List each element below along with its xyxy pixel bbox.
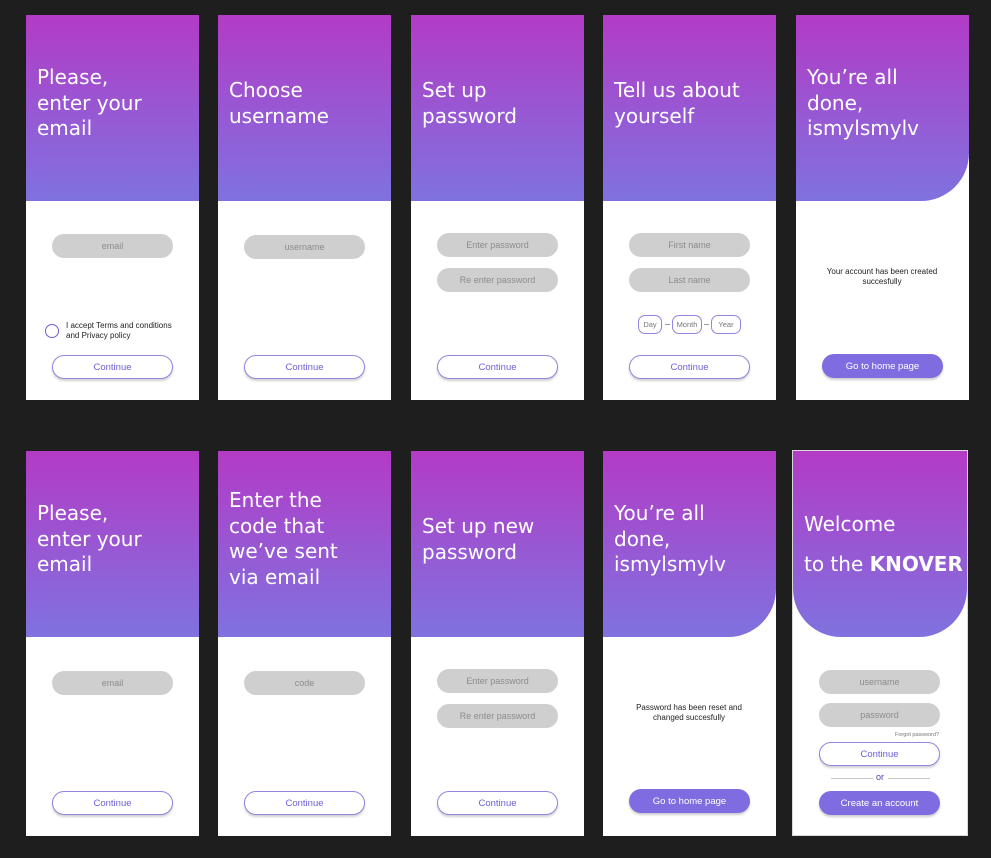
screen-signup-email: Please, enter your email email I accept … <box>26 15 199 400</box>
screen-enter-code: Enter the code that we’ve sent via email… <box>218 451 391 836</box>
page-title: Tell us about yourself <box>614 78 740 128</box>
continue-button[interactable]: Continue <box>819 742 940 766</box>
password-field[interactable]: Enter password <box>437 233 558 257</box>
to-the-text: to the <box>804 552 864 576</box>
screen-choose-username: Choose username username Continue <box>218 15 391 400</box>
success-message: Password has been reset and changed succ… <box>636 703 742 722</box>
continue-button[interactable]: Continue <box>437 355 558 379</box>
terms-label: I accept Terms and conditions and Privac… <box>66 321 172 340</box>
page-title: You’re all done, ismylsmylv <box>614 501 726 576</box>
screen-reset-done: You’re all done, ismylsmylv Password has… <box>603 451 776 836</box>
username-field[interactable]: username <box>244 235 365 259</box>
continue-button[interactable]: Continue <box>52 355 173 379</box>
continue-button[interactable]: Continue <box>244 791 365 815</box>
username-field[interactable]: username <box>819 670 940 694</box>
date-separator <box>704 324 709 325</box>
continue-button[interactable]: Continue <box>244 355 365 379</box>
screen-about-yourself: Tell us about yourself First name Last n… <box>603 15 776 400</box>
screen-new-password: Set up new password Enter password Re en… <box>411 451 584 836</box>
divider-left <box>831 778 873 779</box>
welcome-title: Welcome <box>804 512 896 536</box>
first-name-field[interactable]: First name <box>629 233 750 257</box>
go-home-button[interactable]: Go to home page <box>822 354 943 378</box>
screen-set-password: Set up password Enter password Re enter … <box>411 15 584 400</box>
reenter-password-field[interactable]: Re enter password <box>437 268 558 292</box>
password-field[interactable]: password <box>819 703 940 727</box>
date-separator <box>665 324 670 325</box>
welcome-subtitle: to the KNOVER <box>804 552 963 576</box>
create-account-button[interactable]: Create an account <box>819 791 940 815</box>
header-gradient <box>793 451 967 637</box>
reenter-password-field[interactable]: Re enter password <box>437 704 558 728</box>
success-message: Your account has been created succesfull… <box>826 267 938 286</box>
screen-reset-email: Please, enter your email email Continue <box>26 451 199 836</box>
page-title: Enter the code that we’ve sent via email <box>229 488 338 589</box>
go-home-button[interactable]: Go to home page <box>629 789 750 813</box>
email-field[interactable]: email <box>52 234 173 258</box>
screen-welcome-login: Welcome to the KNOVER username password … <box>792 450 968 836</box>
page-title: Please, enter your email <box>37 65 142 140</box>
password-field[interactable]: Enter password <box>437 669 558 693</box>
continue-button[interactable]: Continue <box>629 355 750 379</box>
terms-checkbox[interactable] <box>45 324 59 338</box>
page-title: Choose username <box>229 78 329 128</box>
continue-button[interactable]: Continue <box>52 791 173 815</box>
day-field[interactable]: Day <box>638 315 662 334</box>
email-field[interactable]: email <box>52 671 173 695</box>
page-title: Set up new password <box>422 514 535 564</box>
continue-button[interactable]: Continue <box>437 791 558 815</box>
screen-signup-done: You’re all done, ismylsmylv Your account… <box>796 15 969 400</box>
brand-name: KNOVER <box>869 552 963 576</box>
or-label: or <box>875 772 884 782</box>
code-field[interactable]: code <box>244 671 365 695</box>
year-field[interactable]: Year <box>711 315 741 334</box>
page-title: Please, enter your email <box>37 501 142 576</box>
page-title: Set up password <box>422 78 517 128</box>
page-title: You’re all done, ismylsmylv <box>807 65 919 140</box>
last-name-field[interactable]: Last name <box>629 268 750 292</box>
month-field[interactable]: Month <box>672 315 702 334</box>
forgot-password-link[interactable]: Forgot password? <box>895 732 939 738</box>
divider-right <box>888 778 930 779</box>
